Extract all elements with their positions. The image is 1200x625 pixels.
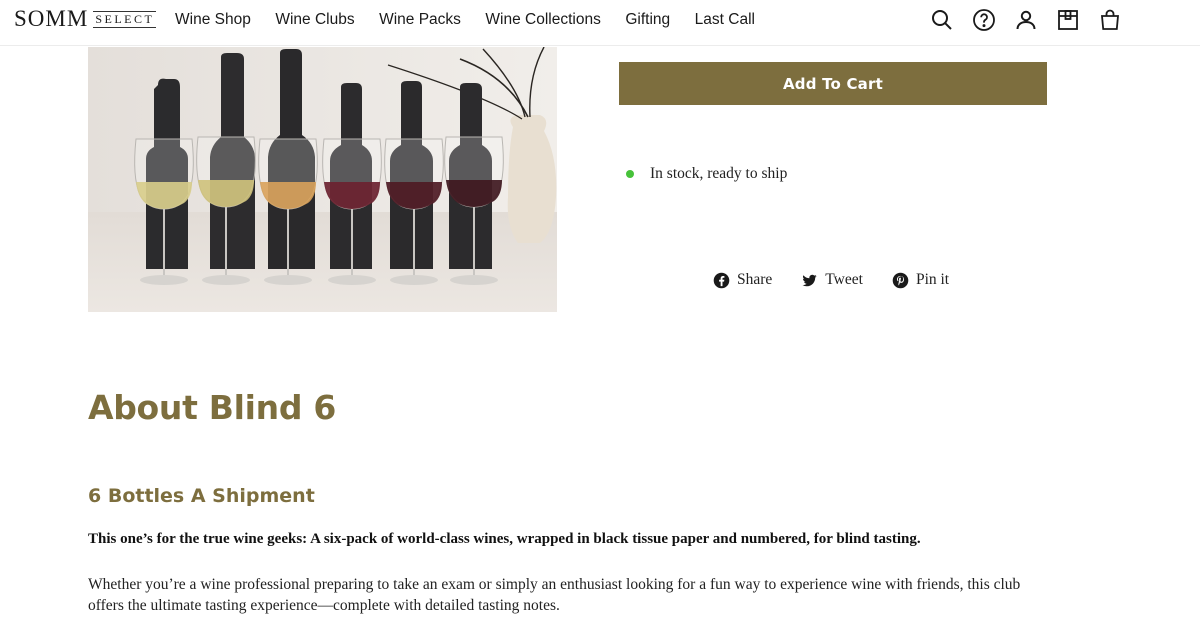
tweet-label: Tweet: [825, 271, 863, 288]
share-pinterest-button[interactable]: Pin it: [892, 271, 949, 289]
shipment-subtitle: 6 Bottles A Shipment: [88, 485, 315, 507]
nav-wine-clubs[interactable]: Wine Clubs: [275, 11, 354, 29]
search-icon[interactable]: [930, 8, 954, 32]
pin-label: Pin it: [915, 271, 950, 288]
header-icons: [912, 8, 1122, 32]
stock-indicator-dot: [626, 170, 634, 178]
share-facebook-button[interactable]: Share: [713, 271, 772, 289]
lead-paragraph: This one’s for the true wine geeks: A si…: [88, 531, 921, 547]
product-image[interactable]: [88, 47, 557, 312]
logo[interactable]: SOMM SELECT: [14, 6, 157, 34]
cart-bag-icon[interactable]: [1098, 8, 1122, 32]
pinterest-icon: [892, 272, 909, 288]
facebook-icon: [713, 272, 730, 288]
body-paragraph: Whether you’re a wine professional prepa…: [88, 576, 1021, 614]
gift-box-icon[interactable]: [1056, 8, 1080, 32]
nav-wine-collections[interactable]: Wine Collections: [485, 11, 600, 29]
nav-wine-packs[interactable]: Wine Packs: [379, 11, 461, 29]
stock-text: In stock, ready to ship: [650, 165, 788, 182]
social-share: Share Tweet Pin it: [713, 271, 978, 289]
nav-last-call[interactable]: Last Call: [695, 11, 755, 29]
twitter-icon: [802, 274, 817, 286]
account-icon[interactable]: [1014, 8, 1038, 32]
logo-sub-text: SELECT: [93, 11, 157, 28]
wine-bottles-illustration: [88, 47, 557, 312]
share-label: Share: [737, 271, 773, 288]
nav-gifting[interactable]: Gifting: [625, 11, 670, 29]
main-nav: Wine Shop Wine Clubs Wine Packs Wine Col…: [175, 11, 779, 29]
logo-main-text: SOMM: [14, 6, 89, 31]
stock-status: In stock, ready to ship: [626, 165, 787, 183]
add-to-cart-button[interactable]: Add To Cart: [619, 62, 1047, 105]
nav-wine-shop[interactable]: Wine Shop: [175, 11, 251, 29]
help-icon[interactable]: [972, 8, 996, 32]
share-twitter-button[interactable]: Tweet: [801, 271, 863, 289]
about-title: About Blind 6: [88, 388, 337, 427]
site-header: SOMM SELECT Wine Shop Wine Clubs Wine Pa…: [0, 0, 1200, 46]
